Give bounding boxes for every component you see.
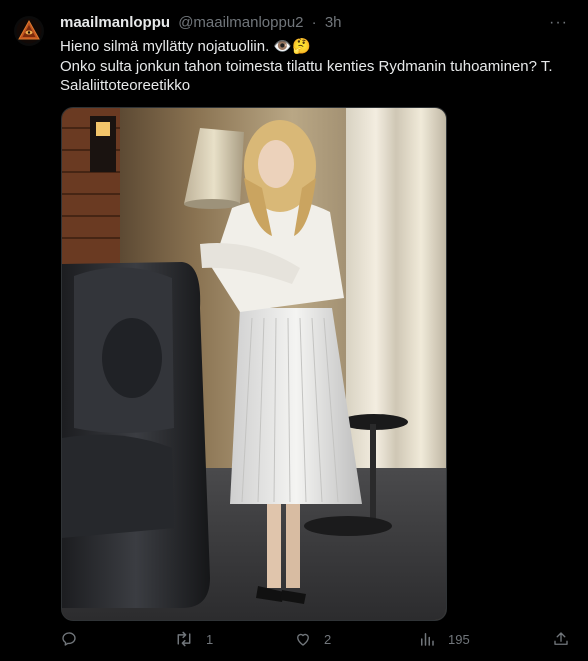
share-button[interactable] (552, 630, 570, 648)
reply-button[interactable] (60, 630, 90, 648)
like-count: 2 (324, 631, 332, 647)
avatar[interactable] (14, 16, 44, 46)
display-name[interactable]: maailmanloppu (60, 14, 170, 31)
retweet-icon (177, 631, 191, 647)
action-bar: 1 2 195 (0, 624, 588, 654)
view-count: 195 (448, 631, 470, 647)
photo-scene (62, 108, 446, 620)
tweet-text-line1: Hieno silmä myllätty nojatuoliin. 👁️🤔 (60, 38, 311, 55)
analytics-icon (421, 633, 434, 646)
tweet-header: maailmanloppu @maailmanloppu2 · 3h (60, 14, 342, 32)
more-options-button[interactable]: ··· (549, 14, 568, 32)
share-icon (554, 632, 568, 645)
tweet[interactable]: maailmanloppu @maailmanloppu2 · 3h ··· H… (0, 0, 588, 661)
tweet-text: Hieno silmä myllätty nojatuoliin. 👁️🤔 On… (60, 37, 580, 96)
separator: · (311, 14, 317, 31)
reply-icon (62, 632, 76, 646)
illuminati-avatar-icon (16, 18, 42, 44)
tweet-text-line2: Onko sulta jonkun tahon toimesta tilattu… (60, 57, 557, 95)
timestamp[interactable]: 3h (325, 14, 342, 31)
heart-icon (297, 633, 309, 646)
tweet-photo[interactable] (61, 107, 447, 621)
views-button[interactable]: 195 (418, 630, 470, 648)
retweet-button[interactable]: 1 (174, 630, 213, 648)
retweet-count: 1 (206, 631, 214, 647)
like-button[interactable]: 2 (294, 630, 331, 648)
handle[interactable]: @maailmanloppu2 (178, 14, 303, 31)
